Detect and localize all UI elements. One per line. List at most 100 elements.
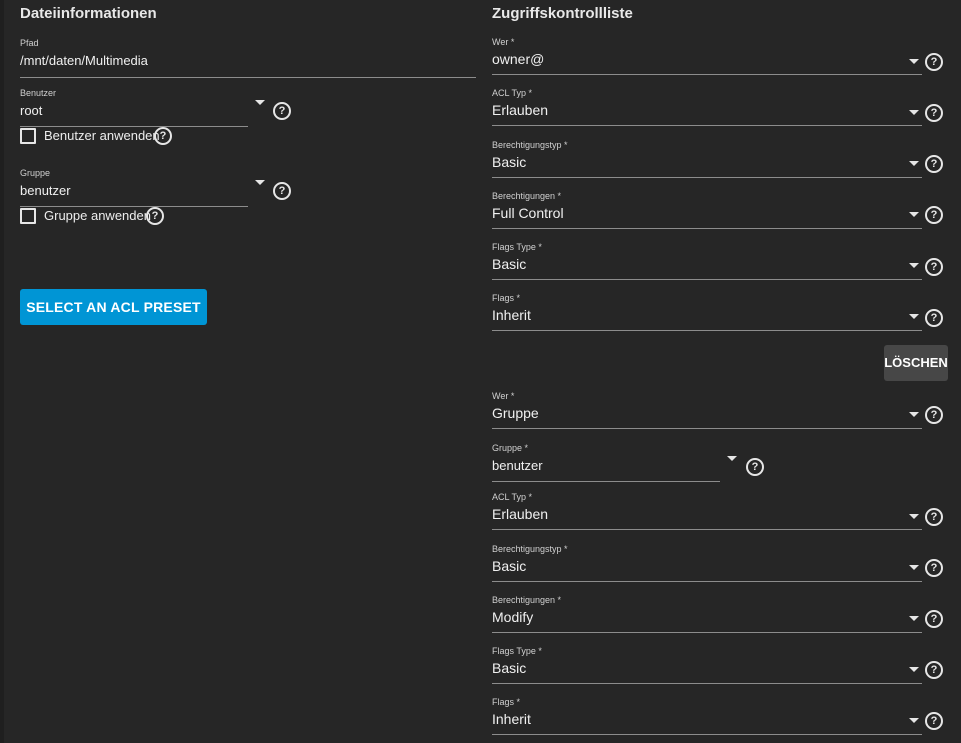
- ace1-flagstype-underline: [492, 279, 922, 280]
- ace1-perms-select[interactable]: Berechtigungen * Full Control: [492, 191, 922, 229]
- ace1-flagstype-value[interactable]: Basic: [492, 256, 922, 273]
- ace2-acltype-label: ACL Typ *: [492, 492, 533, 502]
- ace2-who-help-icon[interactable]: [925, 406, 943, 424]
- ace2-who-select[interactable]: Wer * Gruppe: [492, 391, 922, 429]
- user-value[interactable]: root: [20, 102, 248, 119]
- ace2-who-label: Wer *: [492, 391, 515, 401]
- apply-group-checkbox[interactable]: [20, 208, 36, 224]
- ace2-flagstype-caret-down-icon[interactable]: [909, 667, 919, 672]
- ace1-permtype-underline: [492, 177, 922, 178]
- acl-title: Zugriffskontrollliste: [492, 5, 633, 22]
- ace2-perms-caret-down-icon[interactable]: [909, 616, 919, 621]
- path-field[interactable]: Pfad /mnt/daten/Multimedia: [20, 38, 476, 78]
- ace1-permtype-value[interactable]: Basic: [492, 154, 922, 171]
- ace2-permtype-select[interactable]: Berechtigungstyp * Basic: [492, 544, 922, 582]
- ace2-flagstype-select[interactable]: Flags Type * Basic: [492, 646, 922, 684]
- ace1-perms-help-icon[interactable]: [925, 206, 943, 224]
- ace2-acltype-value[interactable]: Erlauben: [492, 506, 922, 523]
- ace1-flagstype-label: Flags Type *: [492, 242, 542, 252]
- ace1-flagstype-caret-down-icon[interactable]: [909, 263, 919, 268]
- ace1-who-help-icon[interactable]: [925, 53, 943, 71]
- ace1-perms-underline: [492, 228, 922, 229]
- group-underline: [20, 206, 248, 207]
- ace2-flagstype-label: Flags Type *: [492, 646, 542, 656]
- user-caret-down-icon[interactable]: [255, 100, 265, 105]
- ace2-acltype-caret-down-icon[interactable]: [909, 514, 919, 519]
- ace2-who-caret-down-icon[interactable]: [909, 412, 919, 417]
- ace1-flags-label: Flags *: [492, 293, 521, 303]
- ace1-flagstype-select[interactable]: Flags Type * Basic: [492, 242, 922, 280]
- ace2-perms-select[interactable]: Berechtigungen * Modify: [492, 595, 922, 633]
- ace1-acltype-value[interactable]: Erlauben: [492, 102, 922, 119]
- ace2-perms-help-icon[interactable]: [925, 610, 943, 628]
- ace1-permtype-label: Berechtigungstyp *: [492, 140, 568, 150]
- ace2-flags-underline: [492, 734, 922, 735]
- ace2-flags-help-icon[interactable]: [925, 712, 943, 730]
- ace2-group-select[interactable]: Gruppe * benutzer: [492, 443, 720, 482]
- ace2-who-value[interactable]: Gruppe: [492, 405, 922, 422]
- ace2-flagstype-help-icon[interactable]: [925, 661, 943, 679]
- ace1-permtype-help-icon[interactable]: [925, 155, 943, 173]
- ace1-perms-label: Berechtigungen *: [492, 191, 562, 201]
- ace2-permtype-underline: [492, 581, 922, 582]
- ace1-flags-help-icon[interactable]: [925, 309, 943, 327]
- delete-ace-button[interactable]: LÖSCHEN: [884, 345, 948, 381]
- ace2-group-underline: [492, 481, 720, 482]
- ace1-acltype-caret-down-icon[interactable]: [909, 110, 919, 115]
- group-value[interactable]: benutzer: [20, 182, 248, 199]
- user-select[interactable]: Benutzer root: [20, 88, 248, 127]
- user-label: Benutzer: [20, 88, 57, 98]
- ace1-who-select[interactable]: Wer * owner@: [492, 37, 922, 75]
- ace1-perms-caret-down-icon[interactable]: [909, 212, 919, 217]
- ace2-flagstype-value[interactable]: Basic: [492, 660, 922, 677]
- ace1-flags-select[interactable]: Flags * Inherit: [492, 293, 922, 331]
- window-edge: [0, 0, 4, 743]
- ace2-perms-label: Berechtigungen *: [492, 595, 562, 605]
- ace1-permtype-select[interactable]: Berechtigungstyp * Basic: [492, 140, 922, 178]
- group-select[interactable]: Gruppe benutzer: [20, 168, 248, 207]
- apply-group-help-icon[interactable]: [146, 207, 164, 225]
- ace1-acltype-help-icon[interactable]: [925, 104, 943, 122]
- ace2-acltype-select[interactable]: ACL Typ * Erlauben: [492, 492, 922, 530]
- select-acl-preset-button[interactable]: SELECT AN ACL PRESET: [20, 289, 207, 325]
- user-underline: [20, 126, 248, 127]
- ace2-flagstype-underline: [492, 683, 922, 684]
- ace2-flags-value[interactable]: Inherit: [492, 711, 922, 728]
- ace2-who-underline: [492, 428, 922, 429]
- group-label: Gruppe: [20, 168, 51, 178]
- ace2-permtype-caret-down-icon[interactable]: [909, 565, 919, 570]
- apply-user-checkbox[interactable]: [20, 128, 36, 144]
- ace2-group-value[interactable]: benutzer: [492, 457, 720, 474]
- ace2-perms-underline: [492, 632, 922, 633]
- ace1-flagstype-help-icon[interactable]: [925, 258, 943, 276]
- apply-user-label: Benutzer anwenden: [44, 128, 160, 143]
- ace2-perms-value[interactable]: Modify: [492, 609, 922, 626]
- apply-group-label: Gruppe anwenden: [44, 208, 151, 223]
- path-underline: [20, 77, 476, 78]
- ace1-flags-value[interactable]: Inherit: [492, 307, 922, 324]
- ace2-group-label: Gruppe *: [492, 443, 529, 453]
- path-label: Pfad: [20, 38, 39, 48]
- ace2-flags-select[interactable]: Flags * Inherit: [492, 697, 922, 735]
- ace1-who-value[interactable]: owner@: [492, 51, 922, 68]
- ace1-acltype-label: ACL Typ *: [492, 88, 533, 98]
- apply-user-help-icon[interactable]: [154, 127, 172, 145]
- ace1-flags-underline: [492, 330, 922, 331]
- ace1-who-underline: [492, 74, 922, 75]
- ace1-flags-caret-down-icon[interactable]: [909, 314, 919, 319]
- ace2-group-caret-down-icon[interactable]: [727, 456, 737, 461]
- ace2-permtype-help-icon[interactable]: [925, 559, 943, 577]
- ace2-group-help-icon[interactable]: [746, 458, 764, 476]
- group-help-icon[interactable]: [273, 182, 291, 200]
- ace2-acltype-help-icon[interactable]: [925, 508, 943, 526]
- ace2-flags-caret-down-icon[interactable]: [909, 718, 919, 723]
- user-help-icon[interactable]: [273, 102, 291, 120]
- ace2-permtype-value[interactable]: Basic: [492, 558, 922, 575]
- ace1-who-label: Wer *: [492, 37, 515, 47]
- ace1-permtype-caret-down-icon[interactable]: [909, 161, 919, 166]
- ace1-acltype-select[interactable]: ACL Typ * Erlauben: [492, 88, 922, 126]
- ace1-who-caret-down-icon[interactable]: [909, 59, 919, 64]
- path-value[interactable]: /mnt/daten/Multimedia: [20, 52, 476, 69]
- group-caret-down-icon[interactable]: [255, 180, 265, 185]
- ace1-perms-value[interactable]: Full Control: [492, 205, 922, 222]
